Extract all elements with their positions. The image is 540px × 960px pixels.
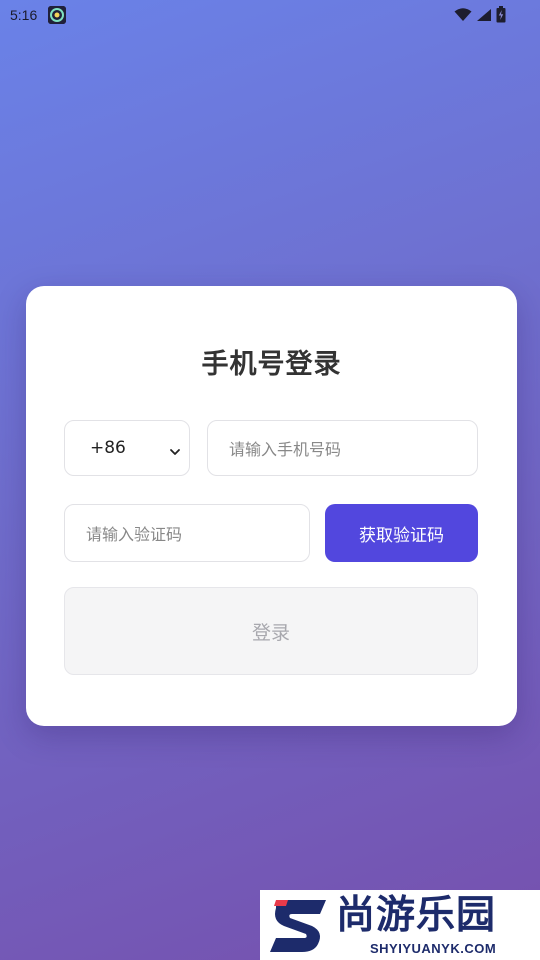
status-bar: 5:16	[0, 0, 540, 32]
wifi-icon	[454, 7, 472, 22]
login-button[interactable]: 登录	[64, 587, 478, 675]
verification-code-input[interactable]: 请输入验证码	[64, 504, 310, 562]
chevron-down-icon	[169, 442, 181, 462]
country-code-value: +86	[90, 438, 126, 458]
battery-charging-icon	[496, 6, 506, 23]
get-code-button[interactable]: 获取验证码	[325, 504, 478, 562]
watermark-domain: SHYIYUANYK.COM	[370, 941, 497, 956]
phone-number-input[interactable]: 请输入手机号码	[207, 420, 478, 476]
page-title: 手机号登录	[201, 349, 342, 380]
watermark-logo-icon	[268, 894, 332, 960]
cell-signal-icon	[476, 8, 492, 22]
verification-code-placeholder: 请输入验证码	[86, 525, 183, 544]
watermark: 尚游乐园 SHYIYUANYK.COM	[260, 890, 540, 960]
status-icons	[454, 6, 506, 23]
login-card: 手机号登录 +86 请输入手机号码 请输入验证码 获取验证码 登录	[26, 286, 517, 726]
watermark-name: 尚游乐园	[336, 893, 497, 938]
notification-app-icon	[48, 6, 66, 24]
status-time: 5:16	[10, 7, 38, 23]
phone-number-placeholder: 请输入手机号码	[229, 440, 342, 459]
country-code-select[interactable]: +86	[64, 420, 190, 476]
